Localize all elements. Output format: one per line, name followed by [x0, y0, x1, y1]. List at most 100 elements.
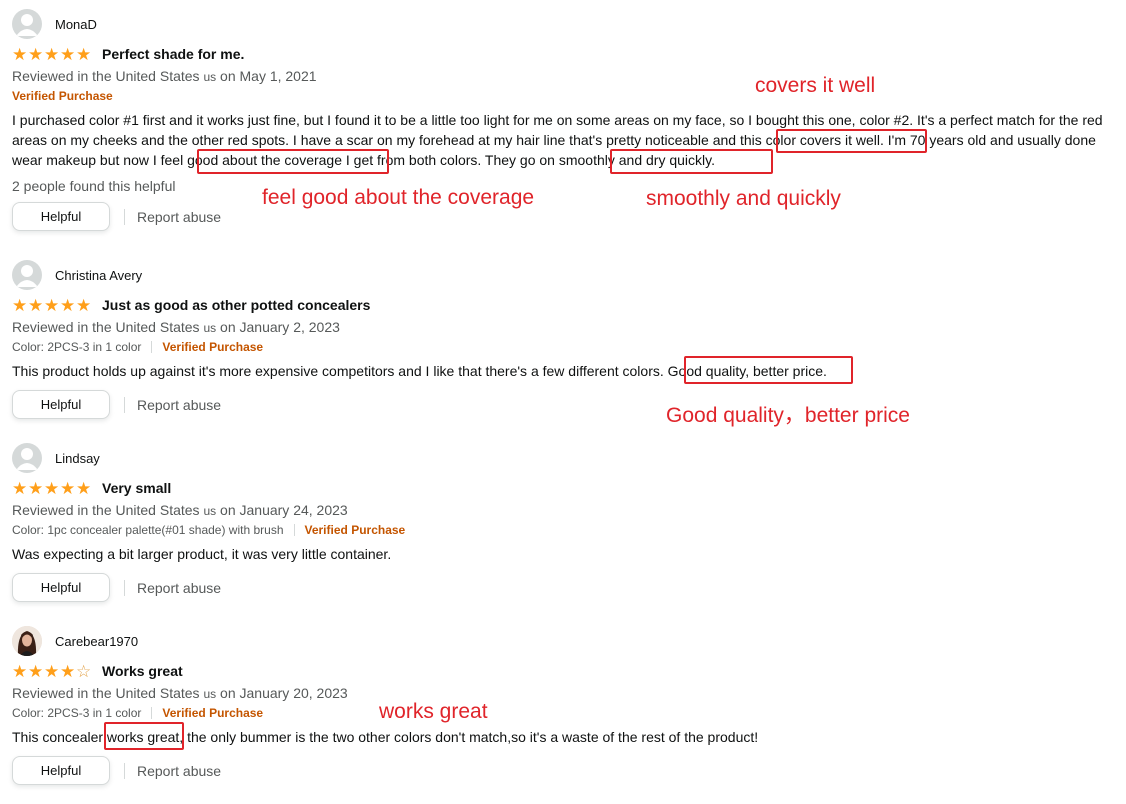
- highlight-box-works: [104, 722, 184, 750]
- annotation-quality: Good quality，better price: [666, 404, 910, 427]
- star-icon: ★: [28, 661, 44, 681]
- star-icon: ★: [60, 295, 76, 315]
- reviewed-prefix: Reviewed in the United States: [12, 68, 200, 84]
- variant-row: Color: 2PCS-3 in 1 color Verified Purcha…: [12, 337, 1122, 357]
- highlight-box-smoothly: [610, 149, 773, 174]
- reviewed-prefix: Reviewed in the United States: [12, 319, 200, 335]
- divider: [124, 579, 125, 596]
- product-variant[interactable]: Color: 2PCS-3 in 1 color: [12, 337, 141, 357]
- star-icon: ★: [12, 295, 28, 315]
- star-icon: ★: [44, 661, 60, 681]
- reviewer-name: Christina Avery: [55, 267, 143, 283]
- star-icon: ★: [44, 478, 60, 498]
- helpful-button[interactable]: Helpful: [12, 202, 110, 231]
- reviewer-profile[interactable]: Lindsay: [12, 443, 1122, 473]
- review-card: Carebear1970 ★ ★ ★ ★ ☆ Works great Reviewed …: [12, 626, 1122, 785]
- review-date: Reviewed in the United States us on Janu…: [12, 683, 1122, 703]
- review-card: MonaD ★ ★ ★ ★ ★ Perfect shade for me. Review…: [12, 9, 1122, 231]
- date-text: on January 2, 2023: [220, 319, 340, 335]
- star-icon: ★: [12, 661, 28, 681]
- country-code: us: [203, 504, 217, 518]
- reviewer-profile[interactable]: Christina Avery: [12, 260, 1122, 290]
- review-body: Was expecting a bit larger product, it w…: [12, 546, 392, 562]
- star-icon: ★: [60, 661, 76, 681]
- avatar: [12, 626, 42, 656]
- reviewer-name: Lindsay: [55, 450, 100, 466]
- review-title[interactable]: Works great: [102, 663, 183, 679]
- date-text: on January 20, 2023: [220, 685, 348, 701]
- country-code: us: [203, 321, 217, 335]
- verified-purchase-badge: Verified Purchase: [162, 340, 264, 354]
- avatar: [12, 443, 42, 473]
- reviewed-prefix: Reviewed in the United States: [12, 502, 200, 518]
- report-abuse-link[interactable]: Report abuse: [137, 397, 221, 413]
- review-date: Reviewed in the United States us on May …: [12, 66, 1122, 86]
- report-abuse-link[interactable]: Report abuse: [137, 763, 221, 779]
- star-icon: ★: [28, 295, 44, 315]
- highlight-box-covers: [776, 129, 927, 153]
- star-rating[interactable]: ★ ★ ★ ★ ☆: [12, 663, 92, 680]
- divider: [124, 396, 125, 413]
- annotation-smoothly: smoothly and quickly: [646, 187, 841, 210]
- default-avatar-icon: [16, 448, 38, 470]
- divider: [151, 341, 153, 353]
- report-abuse-link[interactable]: Report abuse: [137, 580, 221, 596]
- star-rating[interactable]: ★ ★ ★ ★ ★: [12, 297, 92, 314]
- review-card: Lindsay ★ ★ ★ ★ ★ Very small Reviewed in the…: [12, 443, 1122, 602]
- default-avatar-icon: [16, 265, 38, 287]
- highlight-box-coverage: [197, 149, 389, 174]
- reviewer-profile[interactable]: Carebear1970: [12, 626, 1122, 656]
- star-icon: ★: [76, 295, 92, 315]
- report-abuse-link[interactable]: Report abuse: [137, 209, 221, 225]
- verified-purchase-badge: Verified Purchase: [12, 89, 113, 103]
- star-icon: ★: [76, 44, 92, 64]
- review-body: This product holds up against it's more …: [12, 363, 827, 379]
- review-card: Christina Avery ★ ★ ★ ★ ★ Just as good as ot…: [12, 260, 1122, 419]
- verified-purchase-badge: Verified Purchase: [162, 706, 264, 720]
- country-code: us: [203, 70, 217, 84]
- helpful-button[interactable]: Helpful: [12, 573, 110, 602]
- reviewer-name: MonaD: [55, 16, 97, 32]
- star-icon: ★: [12, 478, 28, 498]
- reviewer-profile[interactable]: MonaD: [12, 9, 1122, 39]
- star-icon: ★: [44, 44, 60, 64]
- star-icon: ★: [76, 478, 92, 498]
- star-icon: ★: [12, 44, 28, 64]
- star-icon: ★: [60, 478, 76, 498]
- star-icon: ★: [28, 44, 44, 64]
- star-icon: ★: [44, 295, 60, 315]
- variant-row: Color: 1pc concealer palette(#01 shade) …: [12, 520, 1122, 540]
- helpful-count: 2 people found this helpful: [12, 178, 176, 194]
- divider: [124, 762, 125, 779]
- review-title[interactable]: Very small: [102, 480, 171, 496]
- divider: [293, 524, 295, 536]
- star-rating[interactable]: ★ ★ ★ ★ ★: [12, 480, 92, 497]
- annotation-covers: covers it well: [755, 74, 876, 97]
- reviewer-name: Carebear1970: [55, 633, 139, 649]
- annotation-works: works great: [379, 700, 488, 723]
- star-icon: ★: [60, 44, 76, 64]
- default-avatar-icon: [16, 14, 38, 36]
- product-variant[interactable]: Color: 2PCS-3 in 1 color: [12, 703, 141, 723]
- verified-purchase-badge: Verified Purchase: [304, 523, 406, 537]
- divider: [151, 707, 153, 719]
- date-text: on May 1, 2021: [220, 68, 317, 84]
- star-rating[interactable]: ★ ★ ★ ★ ★: [12, 46, 92, 63]
- review-title[interactable]: Just as good as other potted concealers: [102, 297, 370, 313]
- review-date: Reviewed in the United States us on Janu…: [12, 317, 1122, 337]
- review-date: Reviewed in the United States us on Janu…: [12, 500, 1122, 520]
- annotation-coverage: feel good about the coverage: [262, 186, 535, 209]
- helpful-button[interactable]: Helpful: [12, 756, 110, 785]
- variant-row: Color: 2PCS-3 in 1 color Verified Purcha…: [12, 703, 1122, 723]
- product-variant[interactable]: Color: 1pc concealer palette(#01 shade) …: [12, 520, 284, 540]
- helpful-button[interactable]: Helpful: [12, 390, 110, 419]
- review-body: I purchased color #1 first and it works …: [12, 112, 1103, 168]
- avatar: [12, 9, 42, 39]
- highlight-box-quality: [684, 356, 853, 384]
- star-outline-icon: ☆: [76, 661, 92, 681]
- review-title[interactable]: Perfect shade for me.: [102, 46, 244, 62]
- date-text: on January 24, 2023: [220, 502, 348, 518]
- user-photo-icon: [12, 626, 42, 656]
- star-icon: ★: [28, 478, 44, 498]
- divider: [124, 208, 125, 225]
